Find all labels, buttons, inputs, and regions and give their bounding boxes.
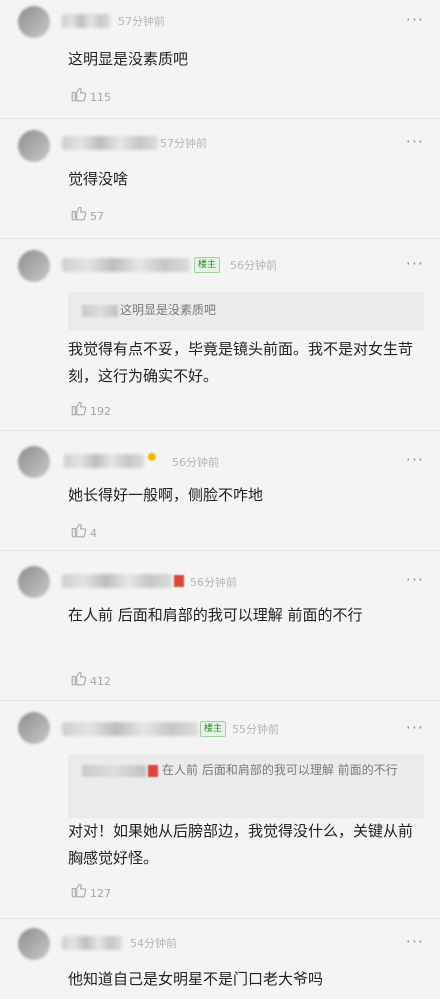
thumbs-up-icon — [71, 671, 87, 686]
comment-item: 楼主 55分钟前 ··· 在人前 后面和肩部的我可以理解 前面的不行 对对！如果… — [0, 700, 440, 919]
thumbs-up-icon — [71, 206, 87, 221]
like-button[interactable]: 57 — [70, 203, 104, 223]
like-count: 192 — [90, 404, 111, 418]
like-button[interactable]: 412 — [70, 668, 111, 688]
comment-text: 我觉得有点不妥，毕竟是镜头前面。我不是对女生苛刻，这行为确实不好。 — [68, 340, 414, 385]
more-options-icon[interactable]: ··· — [406, 932, 424, 951]
comment-text: 对对！如果她从后膀部边，我觉得没什么，关键从前胸感觉好怪。 — [68, 822, 414, 867]
comment-time: 54分钟前 — [130, 937, 177, 950]
like-button[interactable]: 4 — [70, 520, 97, 540]
like-count: 57 — [90, 209, 104, 223]
like-count: 4 — [90, 526, 97, 540]
like-button[interactable]: 192 — [70, 398, 111, 418]
more-options-icon[interactable]: ··· — [406, 718, 424, 737]
comment-text: 她长得好一般啊，侧脸不咋地 — [68, 486, 264, 504]
more-options-icon[interactable]: ··· — [406, 254, 424, 273]
op-badge: 楼主 — [194, 257, 221, 273]
op-badge: 楼主 — [200, 721, 227, 737]
avatar[interactable] — [18, 712, 50, 744]
comment-time: 56分钟前 — [172, 456, 219, 469]
username-blurred[interactable] — [62, 722, 198, 736]
username-blurred[interactable] — [62, 574, 172, 588]
username-blurred[interactable] — [62, 936, 122, 950]
username-blurred[interactable] — [62, 136, 158, 150]
comment-item: ✹ 56分钟前 ··· 她长得好一般啊，侧脸不咋地 4 — [0, 430, 440, 551]
quoted-username-blurred — [82, 304, 118, 317]
comment-time: 56分钟前 — [190, 576, 237, 589]
like-count: 127 — [90, 886, 111, 900]
avatar[interactable] — [18, 928, 50, 960]
avatar[interactable] — [18, 6, 50, 38]
comment-time: 55分钟前 — [232, 723, 279, 736]
quoted-reply[interactable]: 这明显是没素质吧 — [68, 292, 424, 330]
comment-text: 这明显是没素质吧 — [68, 50, 189, 68]
avatar[interactable] — [18, 566, 50, 598]
more-options-icon[interactable]: ··· — [406, 450, 424, 469]
username-blurred[interactable] — [64, 454, 144, 468]
thumbs-up-icon — [71, 883, 87, 898]
like-button[interactable]: 115 — [70, 84, 111, 104]
comment-item: 楼主 56分钟前 ··· 这明显是没素质吧 我觉得有点不妥，毕竟是镜头前面。我不… — [0, 238, 440, 431]
like-count: 115 — [90, 90, 111, 104]
decoration-blurred — [148, 764, 158, 777]
decoration-blurred — [174, 575, 184, 587]
comment-time: 57分钟前 — [160, 137, 207, 150]
like-button[interactable]: 127 — [70, 880, 111, 900]
quoted-username-blurred — [82, 764, 146, 777]
comment-text: 在人前 后面和肩部的我可以理解 前面的不行 — [68, 606, 363, 624]
sun-icon: ✹ — [146, 450, 158, 466]
thumbs-up-icon — [71, 401, 87, 416]
thumbs-up-icon — [71, 523, 87, 538]
avatar[interactable] — [18, 250, 50, 282]
more-options-icon[interactable]: ··· — [406, 132, 424, 151]
avatar[interactable] — [18, 130, 50, 162]
comment-time: 57分钟前 — [118, 15, 165, 28]
username-blurred[interactable] — [62, 258, 190, 272]
thumbs-up-icon — [71, 87, 87, 102]
more-options-icon[interactable]: ··· — [406, 570, 424, 589]
comment-text: 他知道自己是女明星不是门口老大爷吗 — [68, 970, 324, 988]
more-options-icon[interactable]: ··· — [406, 10, 424, 29]
comment-text: 觉得没啥 — [68, 170, 129, 188]
comment-time: 56分钟前 — [230, 259, 277, 272]
quoted-text: 在人前 后面和肩部的我可以理解 前面的不行 — [162, 763, 398, 777]
avatar[interactable] — [18, 446, 50, 478]
username-blurred[interactable] — [62, 14, 110, 28]
quoted-text: 这明显是没素质吧 — [120, 303, 217, 317]
comment-item: 57分钟前 ··· 觉得没啥 57 — [0, 118, 440, 239]
quoted-reply[interactable]: 在人前 后面和肩部的我可以理解 前面的不行 — [68, 754, 424, 818]
comment-item: 54分钟前 ··· 他知道自己是女明星不是门口老大爷吗 — [0, 918, 440, 999]
comment-item: 57分钟前 ··· 这明显是没素质吧 115 — [0, 0, 440, 119]
comment-item: 56分钟前 ··· 在人前 后面和肩部的我可以理解 前面的不行 412 — [0, 550, 440, 701]
like-count: 412 — [90, 674, 111, 688]
